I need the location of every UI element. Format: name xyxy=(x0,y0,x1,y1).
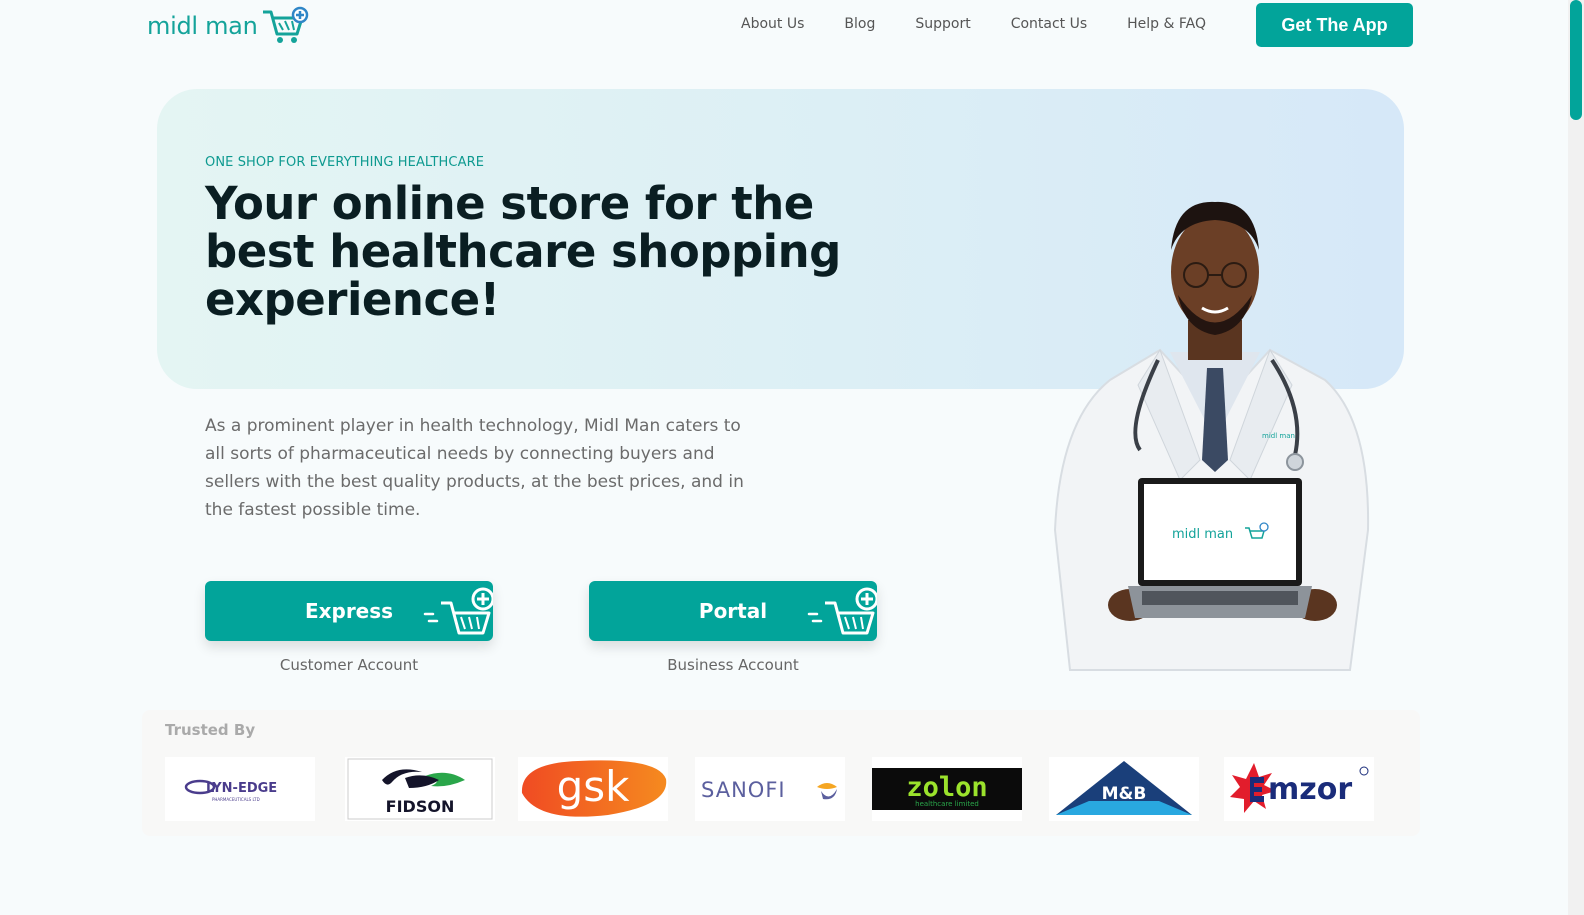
trusted-by-title: Trusted By xyxy=(165,721,256,739)
customer-account-caption: Customer Account xyxy=(279,656,419,674)
main-nav: About Us Blog Support Contact Us Help & … xyxy=(741,16,1206,32)
portal-button[interactable]: Portal xyxy=(589,581,877,641)
mandb-logo: M&B xyxy=(1056,761,1192,815)
nav-help-faq[interactable]: Help & FAQ xyxy=(1127,16,1206,32)
lyn-edge-logo: LYN-EDGE PHARMACEUTICALS LTD xyxy=(184,779,277,802)
page-scrollbar[interactable] xyxy=(1568,0,1584,915)
zolon-subtext: healthcare limited xyxy=(915,800,979,808)
express-button[interactable]: Express xyxy=(205,581,493,641)
mandb-name: M&B xyxy=(1102,784,1147,804)
business-account-caption: Business Account xyxy=(667,656,799,674)
gsk-logo: gsk xyxy=(521,760,667,817)
sanofi-name: SANOFI xyxy=(701,778,786,802)
coat-badge-text: midl man xyxy=(1262,432,1295,440)
portal-button-label: Portal xyxy=(698,599,768,623)
get-the-app-button[interactable]: Get The App xyxy=(1256,3,1413,47)
hero-description: As a prominent player in health technolo… xyxy=(205,416,744,520)
laptop-logo-text: midl man xyxy=(1172,527,1233,542)
express-button-label: Express xyxy=(304,599,394,623)
zolon-name: zolon xyxy=(906,772,987,803)
nav-contact-us[interactable]: Contact Us xyxy=(1011,16,1087,32)
doctor-with-laptop-image: midl man midl man xyxy=(1053,201,1370,671)
logo-text: midl man xyxy=(147,12,258,40)
partner-logo-lyn-edge: LYN-EDGE PHARMACEUTICALS LTD xyxy=(165,757,315,821)
fidson-logo: FIDSON xyxy=(347,758,493,820)
fidson-name: FIDSON xyxy=(386,797,455,816)
nav-about-us[interactable]: About Us xyxy=(741,16,804,32)
lyn-edge-subtext: PHARMACEUTICALS LTD xyxy=(212,797,260,802)
lyn-edge-name: LYN-EDGE xyxy=(206,781,277,796)
site-logo[interactable]: midl man xyxy=(147,6,309,46)
partner-logo-gsk: gsk xyxy=(518,757,668,821)
cart-plus-icon xyxy=(263,6,309,43)
cart-plus-icon xyxy=(807,587,877,635)
emzor-name: mzor xyxy=(1268,772,1352,807)
emzor-logo: mzor xyxy=(1230,763,1369,813)
sanofi-logo: SANOFI xyxy=(701,778,837,802)
scrollbar-thumb[interactable] xyxy=(1570,0,1582,120)
nav-support[interactable]: Support xyxy=(915,16,970,32)
zolon-logo: zolon healthcare limited xyxy=(872,768,1022,810)
partner-logo-mandb: M&B xyxy=(1049,757,1199,821)
nav-blog[interactable]: Blog xyxy=(844,16,875,32)
hero-eyebrow: ONE SHOP FOR EVERYTHING HEALTHCARE xyxy=(205,155,485,170)
partner-logo-zolon: zolon healthcare limited xyxy=(872,757,1022,821)
cart-plus-icon xyxy=(423,587,493,635)
partner-logo-emzor: mzor xyxy=(1224,757,1374,821)
gsk-name: gsk xyxy=(557,762,631,811)
hero-headline: Your online store for the best healthcar… xyxy=(205,177,841,326)
partner-logo-fidson: FIDSON xyxy=(345,757,495,821)
partner-logo-sanofi: SANOFI xyxy=(695,757,845,821)
